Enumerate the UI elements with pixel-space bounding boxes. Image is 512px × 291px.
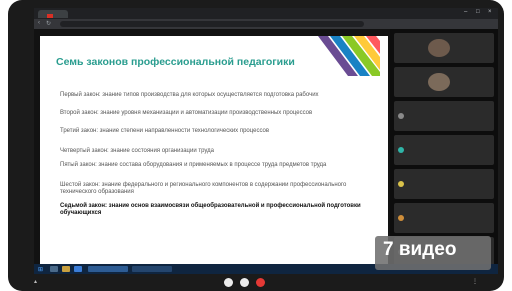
law-item: Второй закон: знание уровня механизации … — [60, 110, 313, 116]
law-item: Пятый закон: знание состава оборудования… — [60, 162, 327, 168]
shared-screen: – □ × ‹ ↻ Семь законов профессиональной … — [34, 8, 498, 274]
slide-title: Семь законов профессиональной педагогики — [56, 56, 295, 68]
close-icon[interactable]: × — [488, 9, 492, 15]
back-icon[interactable]: ‹ — [38, 20, 40, 26]
law-item-highlighted: Седьмой закон: знание основ взаимосвязи … — [60, 203, 361, 216]
maximize-icon[interactable]: □ — [476, 9, 480, 15]
mic-icon — [398, 147, 404, 153]
reload-icon[interactable]: ↻ — [46, 20, 51, 27]
tab-favicon-icon — [47, 14, 53, 18]
browser-tab[interactable] — [38, 10, 68, 18]
minimize-icon[interactable]: – — [464, 9, 467, 15]
participant-tile[interactable] — [394, 135, 494, 165]
browser-toolbar: ‹ ↻ — [34, 19, 498, 29]
mic-icon — [398, 181, 404, 187]
taskbar-search-icon[interactable] — [50, 266, 58, 272]
windows-start-icon[interactable]: ⊞ — [38, 266, 43, 273]
taskbar-window-item[interactable] — [132, 266, 172, 272]
participant-tile[interactable] — [394, 203, 494, 233]
law-item: Первый закон: знание типов производства … — [60, 92, 319, 98]
end-call-button[interactable] — [256, 278, 265, 287]
address-bar[interactable] — [60, 21, 364, 27]
participant-tile[interactable] — [394, 169, 494, 199]
browser-titlebar: – □ × — [34, 8, 498, 19]
participant-avatar — [428, 39, 450, 57]
camera-button[interactable] — [240, 278, 249, 287]
chevron-icon[interactable]: ▴ — [34, 278, 37, 285]
meeting-controls: ▴ ⋮ — [8, 274, 504, 291]
video-count-badge[interactable]: 7 видео — [375, 236, 491, 270]
taskbar-explorer-icon[interactable] — [62, 266, 70, 272]
law-item: Шестой закон: знание федерального и реги… — [60, 182, 347, 195]
law-item: Четвертый закон: знание состояния органи… — [60, 148, 214, 154]
participant-tile[interactable] — [394, 67, 494, 97]
participant-tile[interactable] — [394, 101, 494, 131]
presentation-slide: Семь законов профессиональной педагогики… — [40, 36, 388, 268]
participant-tile[interactable] — [394, 33, 494, 63]
mic-icon — [398, 113, 404, 119]
video-count-label: 7 видео — [383, 239, 457, 260]
taskbar-window-item[interactable] — [88, 266, 128, 272]
participant-avatar — [428, 73, 450, 91]
law-item: Третий закон: знание степени направленно… — [60, 128, 270, 134]
mic-icon — [398, 215, 404, 221]
more-options-icon[interactable]: ⋮ — [472, 278, 478, 285]
decorative-stripes — [318, 36, 380, 76]
microphone-button[interactable] — [224, 278, 233, 287]
taskbar-browser-icon[interactable] — [74, 266, 82, 272]
